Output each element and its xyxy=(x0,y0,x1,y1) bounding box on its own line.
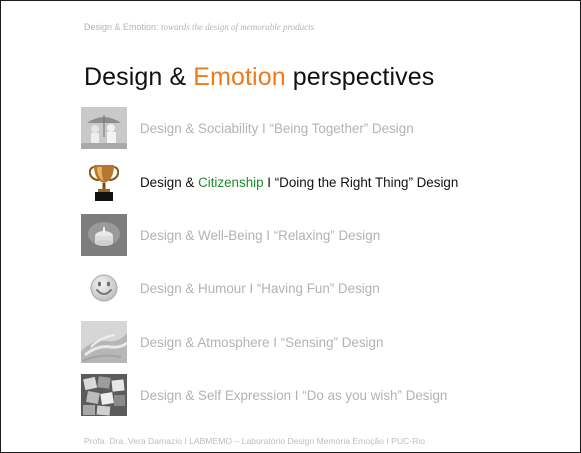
perspective-label: Design & Atmosphere I “Sensing” Design xyxy=(140,335,383,350)
people-under-umbrella-photo-icon xyxy=(81,107,127,149)
perspective-item-humour: Design & Humour I “Having Fun” Design xyxy=(81,267,561,309)
perspective-label-pre: Design & xyxy=(140,174,199,190)
perspective-item-citizenship: Design & Citizenship I “Doing the Right … xyxy=(81,161,561,203)
perspective-item-well-being: Design & Well-Being I “Relaxing” Design xyxy=(81,214,561,256)
perspective-label-highlight: Citizenship xyxy=(198,174,264,190)
perspective-item-self-expression: Design & Self Expression I “Do as you wi… xyxy=(81,374,561,416)
trophy-icon xyxy=(81,161,127,203)
perspective-label: Design & Citizenship I “Doing the Right … xyxy=(140,175,458,190)
perspective-item-atmosphere: Design & Atmosphere I “Sensing” Design xyxy=(81,321,561,363)
title-accent: Emotion xyxy=(193,63,286,91)
smiley-face-icon xyxy=(81,267,127,309)
header-prefix: Design & Emotion: xyxy=(84,22,162,32)
candle-photo-icon xyxy=(81,214,127,256)
letter-blocks-photo-icon xyxy=(81,374,127,416)
header-subtitle: towards the design of memorable products xyxy=(161,22,315,32)
perspective-label-text: Design & Humour I “Having Fun” Design xyxy=(140,280,380,296)
perspective-item-sociability: Design & Sociability I “Being Together” … xyxy=(81,107,561,149)
perspective-label-post: I “Doing the Right Thing” Design xyxy=(263,174,459,190)
perspective-label-text: Design & Atmosphere I “Sensing” Design xyxy=(140,334,384,350)
perspective-label: Design & Humour I “Having Fun” Design xyxy=(140,281,380,296)
slide-footer: Profa. Dra. Vera Damazio I LABMEMO – Lab… xyxy=(84,436,426,446)
perspective-label-text: Design & Self Expression I “Do as you wi… xyxy=(140,387,448,403)
slide: Design & Emotion: towards the design of … xyxy=(0,0,581,453)
perspective-label: Design & Well-Being I “Relaxing” Design xyxy=(140,228,380,243)
perspective-label-text: Design & Well-Being I “Relaxing” Design xyxy=(140,227,381,243)
perspective-label-text: Design & Sociability I “Being Together” … xyxy=(140,120,414,136)
title-part2: perspectives xyxy=(285,63,435,91)
title-part1: Design & xyxy=(84,63,194,91)
page-title: Design & Emotion perspectives xyxy=(84,63,434,92)
perspective-label: Design & Sociability I “Being Together” … xyxy=(140,121,414,136)
hands-photo-icon xyxy=(81,321,127,363)
slide-header: Design & Emotion: towards the design of … xyxy=(84,22,314,32)
perspective-label: Design & Self Expression I “Do as you wi… xyxy=(140,388,447,403)
